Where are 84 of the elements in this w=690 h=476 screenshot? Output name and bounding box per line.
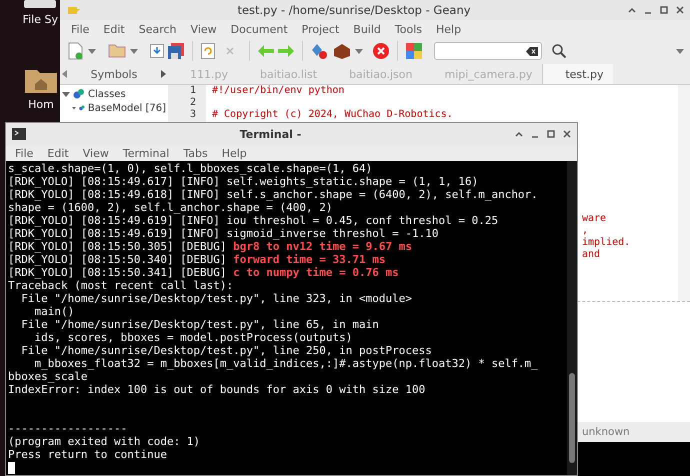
color-chooser-icon[interactable] <box>406 43 422 59</box>
folder-icon[interactable] <box>108 44 126 58</box>
terminal-line: (program exited with code: 1) <box>8 435 202 448</box>
expander-icon[interactable] <box>62 90 70 98</box>
dropdown-caret-icon[interactable] <box>88 48 96 54</box>
desktop-icon-label[interactable]: Hom <box>28 98 54 111</box>
scroll-left-icon[interactable] <box>62 70 67 78</box>
terminal-line: [RDK_YOLO] [08:15:50.341] [DEBUG] c to numpy time = 0.76 ms <box>8 266 400 279</box>
terminal-line: [RDK_YOLO] [08:15:50.340] [DEBUG] forward time = 33.71 ms <box>8 253 386 266</box>
maximize-icon[interactable] <box>660 6 668 14</box>
line-number: 2 <box>188 97 196 109</box>
revert-icon[interactable] <box>201 43 215 59</box>
terminal-line: shape = (1600, 2), self.l_anchor.shape = (400, 2) <box>8 201 334 214</box>
terminal-icon <box>12 128 26 140</box>
tree-item[interactable]: BaseModel [76] <box>88 102 166 114</box>
drive-icon[interactable] <box>23 0 58 9</box>
dropdown-caret-icon[interactable] <box>130 48 138 54</box>
line-number: 3 <box>188 109 196 121</box>
menu-item[interactable]: File <box>8 146 40 160</box>
code-line: #!/user/bin/env python <box>212 85 346 97</box>
menu-item[interactable]: Help <box>429 22 468 36</box>
status-text: unknown <box>582 426 630 438</box>
menu-item[interactable]: View <box>184 22 224 36</box>
caret-up-icon[interactable] <box>628 7 636 13</box>
code-line: and <box>582 249 602 261</box>
text-cursor <box>8 462 15 474</box>
sidebar-tab[interactable]: Symbols <box>90 68 138 80</box>
document-tab[interactable]: test.py <box>542 64 614 84</box>
menu-item[interactable]: View <box>76 146 116 160</box>
maximize-icon[interactable] <box>547 130 555 138</box>
menu-item[interactable]: Search <box>132 22 184 36</box>
code-line: implied. <box>582 237 632 249</box>
close-icon[interactable] <box>676 6 684 14</box>
scrollbar[interactable] <box>678 85 690 301</box>
menu-item[interactable]: Edit <box>40 146 76 160</box>
code-line: # Copyright (c) 2024, WuChao D-Robotics. <box>212 109 454 121</box>
search-field[interactable] <box>434 42 542 60</box>
code-line: ware <box>582 213 608 225</box>
terminal-line: File "/home/sunrise/Desktop/test.py", line 250, in postProcess <box>20 344 433 357</box>
scrollbar-thumb[interactable] <box>569 373 575 463</box>
terminal-line: ids, scores, bboxes = model.postProcess(outputs) <box>33 331 354 344</box>
scroll-right-icon[interactable] <box>161 70 166 78</box>
terminal-line: Press return to continue <box>8 448 168 461</box>
overflow-caret-icon[interactable] <box>676 48 684 54</box>
menu-item[interactable]: Tools <box>388 22 430 36</box>
stop-icon[interactable] <box>373 43 389 59</box>
terminal-line: [RDK_YOLO] [08:15:49.617] [INFO] self.weights_static.shape = (1, 1, 16) <box>8 175 480 188</box>
dropdown-caret-icon[interactable] <box>355 48 363 54</box>
caret-up-icon[interactable] <box>515 131 523 137</box>
close-icon[interactable] <box>563 130 571 138</box>
menu-item[interactable]: Build <box>346 22 388 36</box>
code-line: , <box>582 225 590 237</box>
terminal-line: m_bboxes_float32 = m_bboxes[m_valid_indices,:]#.astype(np.float32) * self.m_ <box>33 357 539 370</box>
class-icon <box>73 88 85 100</box>
menu-item[interactable]: Project <box>294 22 346 36</box>
menu-item[interactable]: Help <box>214 146 254 160</box>
terminal-line: bboxes_scale <box>8 370 88 383</box>
terminal-line: IndexError: index 100 is out of bounds for axis 0 with size 100 <box>8 383 426 396</box>
clear-icon[interactable] <box>526 46 538 56</box>
terminal-line: [RDK_YOLO] [08:15:49.619] [INFO] iou threshol = 0.45, conf threshol = 0.25 <box>8 214 500 227</box>
line-number: 1 <box>188 85 196 97</box>
desktop-icon-label[interactable]: File Sy <box>22 13 58 26</box>
window-title: test.py - /home/sunrise/Desktop - Geany <box>236 3 472 17</box>
window-title: Terminal - <box>238 128 302 140</box>
menu-item[interactable]: File <box>64 22 96 36</box>
menu-item[interactable]: Edit <box>96 22 132 36</box>
terminal-line: File "/home/sunrise/Desktop/test.py", line 65, in main <box>20 318 380 331</box>
terminal-line: main() <box>33 305 76 318</box>
save-icon[interactable] <box>150 44 164 58</box>
menu-item[interactable]: Document <box>224 22 295 36</box>
save-all-icon[interactable] <box>168 43 184 59</box>
menu-item[interactable]: Tabs <box>176 146 215 160</box>
terminal-line: Traceback (most recent call last): <box>8 279 234 292</box>
tree-item[interactable]: Classes <box>88 88 126 100</box>
search-icon[interactable] <box>552 44 566 58</box>
terminal-line: ------------------ <box>8 422 128 435</box>
menu-item[interactable]: Terminal <box>116 146 176 160</box>
terminal-line: File "/home/sunrise/Desktop/test.py", line 323, in <module> <box>20 292 413 305</box>
terminal-line: [RDK_YOLO] [08:15:49.618] [INFO] self.s_anchor.shape = (6400, 2), self.m_anchor. <box>8 188 539 201</box>
compile-icon[interactable] <box>311 42 329 60</box>
terminal-line: [RDK_YOLO] [08:15:49.619] [INFO] sigmoid_inverse threshol = -1.10 <box>8 227 440 240</box>
terminal-line: s_scale.shape=(1, 0), self.l_bboxes_scale.shape=(1, 64) <box>8 162 374 175</box>
new-file-icon[interactable] <box>68 42 84 60</box>
terminal-line: [RDK_YOLO] [08:15:50.305] [DEBUG] bgr8 to nv12 time = 9.67 ms <box>8 240 413 253</box>
